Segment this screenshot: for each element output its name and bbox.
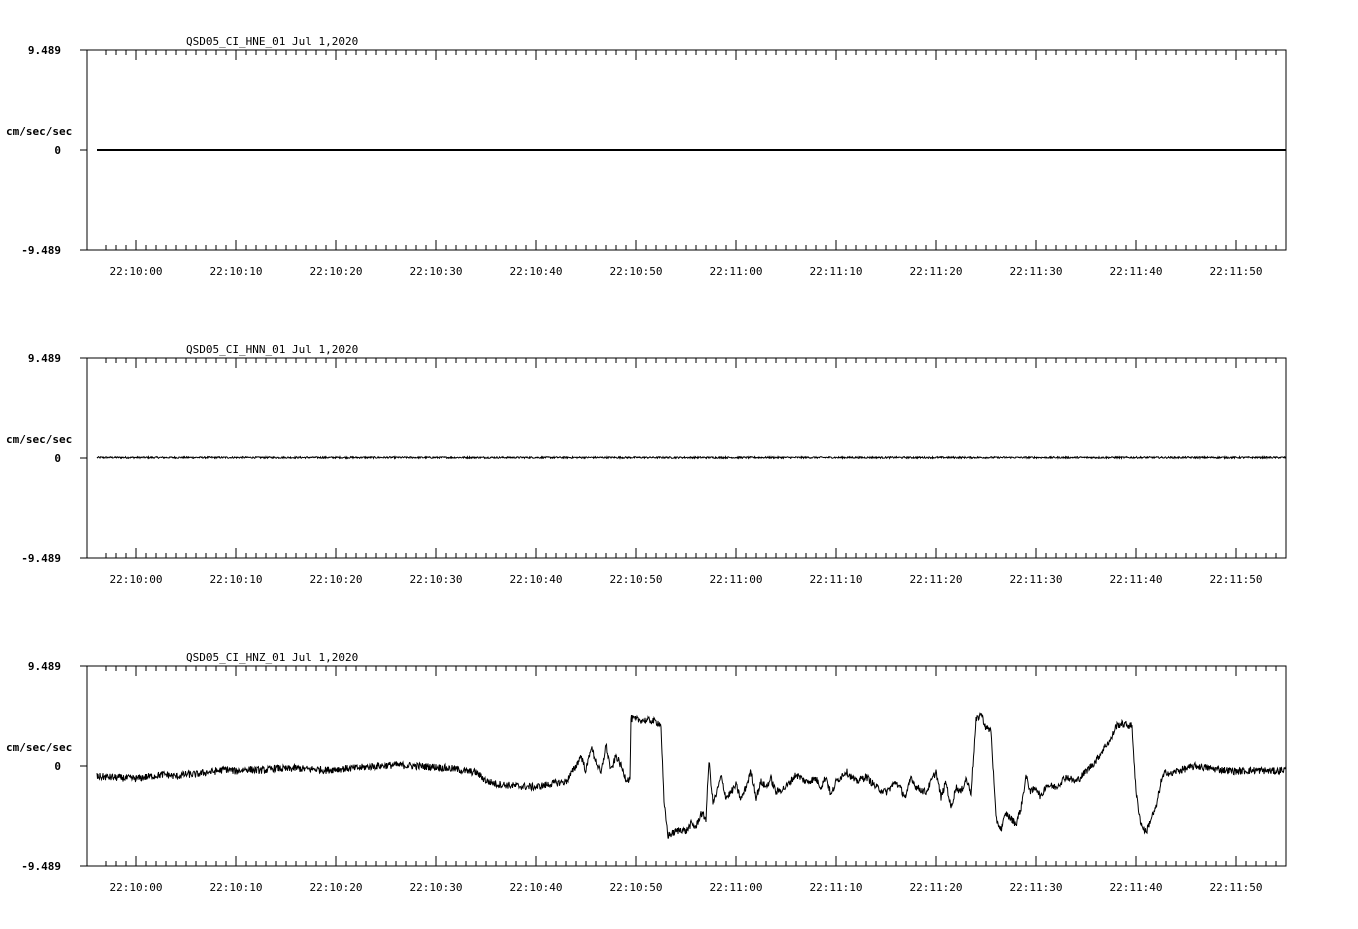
y-axis-label: cm/sec/sec <box>6 125 72 138</box>
x-tick-label: 22:11:00 <box>710 881 763 894</box>
x-tick-label: 22:11:20 <box>910 573 963 586</box>
x-tick-label: 22:10:20 <box>310 573 363 586</box>
y-tick-label: 0 <box>54 452 61 465</box>
x-tick-label: 22:10:00 <box>110 265 163 278</box>
x-tick-label: 22:10:10 <box>210 265 263 278</box>
x-tick-label: 22:10:30 <box>410 573 463 586</box>
plot-frame <box>86 665 1287 867</box>
x-tick-label: 22:10:00 <box>110 881 163 894</box>
y-tick-label: 9.489 <box>28 44 61 57</box>
x-tick-label: 22:10:50 <box>610 265 663 278</box>
seismogram-stage: QSD05_CI_HNE_01 Jul 1,2020 9.489 0 -9.489 cm… <box>0 0 1358 924</box>
y-tick-label: -9.489 <box>21 244 61 257</box>
y-axis-label: cm/sec/sec <box>6 433 72 446</box>
y-tick-label: 0 <box>54 760 61 773</box>
y-tick-label: -9.489 <box>21 552 61 565</box>
x-tick-label: 22:11:10 <box>810 881 863 894</box>
x-tick-label: 22:11:30 <box>1010 881 1063 894</box>
x-tick-label: 22:10:30 <box>410 265 463 278</box>
chart-title: QSD05_CI_HNN_01 Jul 1,2020 <box>186 343 358 356</box>
x-tick-label: 22:10:40 <box>510 265 563 278</box>
x-tick-label: 22:11:50 <box>1210 265 1263 278</box>
x-tick-label: 22:11:00 <box>710 573 763 586</box>
x-tick-label: 22:10:40 <box>510 573 563 586</box>
seismogram-svg: QSD05_CI_HNE_01 Jul 1,2020 9.489 0 -9.489 cm… <box>6 35 1287 894</box>
chart-panel-1: QSD05_CI_HNE_01 Jul 1,2020 9.489 0 -9.489 cm… <box>6 35 1287 278</box>
trace-line <box>96 712 1287 839</box>
trace-line <box>96 455 1287 460</box>
x-tick-label: 22:10:10 <box>210 573 263 586</box>
x-tick-label: 22:11:00 <box>710 265 763 278</box>
x-tick-label: 22:11:30 <box>1010 573 1063 586</box>
x-tick-label: 22:11:40 <box>1110 881 1163 894</box>
chart-title: QSD05_CI_HNE_01 Jul 1,2020 <box>186 35 358 48</box>
x-tick-label: 22:11:10 <box>810 573 863 586</box>
x-tick-label: 22:10:00 <box>110 573 163 586</box>
x-tick-label: 22:11:10 <box>810 265 863 278</box>
x-tick-label: 22:11:40 <box>1110 573 1163 586</box>
x-tick-label: 22:11:20 <box>910 881 963 894</box>
x-tick-label: 22:11:50 <box>1210 573 1263 586</box>
y-tick-label: -9.489 <box>21 860 61 873</box>
x-tick-label: 22:11:50 <box>1210 881 1263 894</box>
y-tick-label: 0 <box>54 144 61 157</box>
x-tick-label: 22:10:20 <box>310 265 363 278</box>
x-tick-label: 22:10:40 <box>510 881 563 894</box>
x-tick-label: 22:11:20 <box>910 265 963 278</box>
y-tick-label: 9.489 <box>28 352 61 365</box>
y-axis-label: cm/sec/sec <box>6 741 72 754</box>
x-tick-label: 22:11:30 <box>1010 265 1063 278</box>
chart-panel-2: QSD05_CI_HNN_01 Jul 1,2020 9.489 0 -9.489 cm… <box>6 343 1287 586</box>
y-tick-label: 9.489 <box>28 660 61 673</box>
x-tick-label: 22:10:20 <box>310 881 363 894</box>
chart-panel-3: QSD05_CI_HNZ_01 Jul 1,2020 9.489 0 -9.489 cm… <box>6 651 1287 894</box>
x-tick-label: 22:10:50 <box>610 881 663 894</box>
x-tick-label: 22:10:30 <box>410 881 463 894</box>
x-tick-label: 22:10:50 <box>610 573 663 586</box>
x-tick-label: 22:11:40 <box>1110 265 1163 278</box>
chart-title: QSD05_CI_HNZ_01 Jul 1,2020 <box>186 651 358 664</box>
x-tick-label: 22:10:10 <box>210 881 263 894</box>
